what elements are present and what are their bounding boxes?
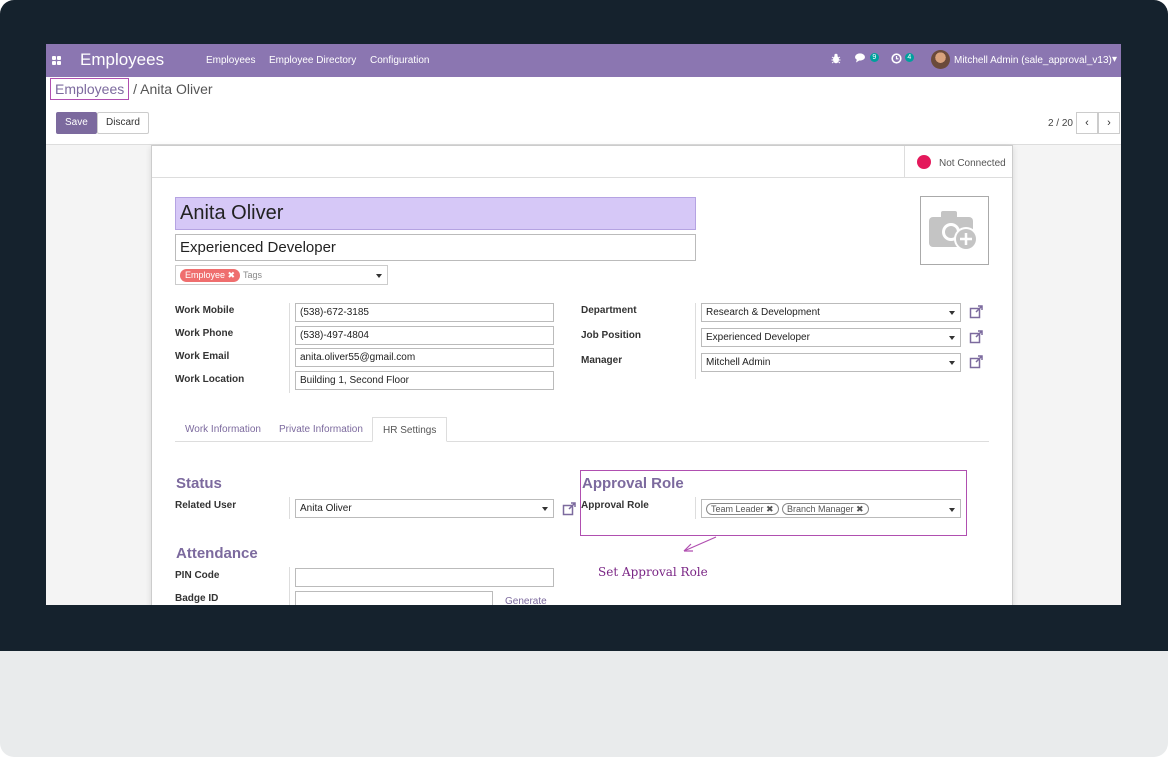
control-panel: Employees / Anita Oliver Save Discard 2 … [46, 77, 1121, 145]
tags-placeholder: Tags [243, 270, 263, 280]
messages-badge: 9 [869, 53, 879, 62]
work-location-label: Work Location [175, 374, 245, 385]
user-menu-caret-icon[interactable]: ▾ [1112, 54, 1117, 65]
badge-id-label: Badge ID [175, 593, 219, 604]
generate-badge-button[interactable]: Generate [505, 596, 547, 605]
work-mobile-field[interactable]: (538)-672-3185 [295, 303, 554, 322]
menu-configuration[interactable]: Configuration [370, 55, 429, 66]
form-sheet: Not Connected Anita Oliver Experienced D… [151, 145, 1013, 605]
approval-tag-team-leader[interactable]: Team Leader ✖ [706, 503, 779, 515]
save-button[interactable]: Save [56, 112, 97, 134]
pin-code-field[interactable] [295, 568, 554, 587]
approval-role-separator [695, 497, 696, 519]
pager-value[interactable]: 2 / 20 [1048, 118, 1073, 129]
related-user-external-link-icon[interactable] [562, 502, 576, 516]
work-mobile-label: Work Mobile [175, 305, 235, 316]
apps-menu-icon[interactable] [52, 56, 61, 65]
related-user-label: Related User [175, 500, 237, 511]
menu-employees[interactable]: Employees [206, 55, 255, 66]
camera-add-icon [929, 211, 978, 251]
approval-role-label: Approval Role [581, 500, 649, 511]
monitor-frame: Employees Employees Employee Directory C… [0, 0, 1168, 757]
approval-tag-branch-manager[interactable]: Branch Manager ✖ [782, 503, 869, 515]
app-screen: Employees Employees Employee Directory C… [46, 44, 1121, 605]
department-external-link-icon[interactable] [969, 305, 983, 319]
work-phone-label: Work Phone [175, 328, 234, 339]
work-location-field[interactable]: Building 1, Second Floor [295, 371, 554, 390]
pager-next-button[interactable]: › [1098, 112, 1120, 134]
tab-work-information[interactable]: Work Information [175, 417, 271, 442]
breadcrumb-employees-link[interactable]: Employees [50, 78, 130, 100]
pager-previous-button[interactable]: ‹ [1076, 112, 1098, 134]
job-title-field[interactable]: Experienced Developer [175, 234, 696, 261]
pin-code-label: PIN Code [175, 570, 220, 581]
job-position-caret-icon[interactable] [949, 336, 955, 340]
activities-button[interactable]: 4 [891, 53, 914, 67]
department-caret-icon[interactable] [949, 311, 955, 315]
job-position-label: Job Position [581, 330, 641, 341]
discard-button[interactable]: Discard [97, 112, 149, 134]
chat-icon [855, 53, 865, 63]
breadcrumb: Employees / Anita Oliver [50, 78, 213, 100]
annotation-text: Set Approval Role [598, 565, 708, 579]
activities-badge: 4 [904, 53, 914, 62]
tab-hr-settings[interactable]: HR Settings [372, 417, 448, 442]
work-email-field[interactable]: anita.oliver55@gmail.com [295, 348, 554, 367]
clock-icon [891, 53, 902, 64]
tag-employee[interactable]: Employee ✖ [180, 269, 241, 282]
breadcrumb-separator: / [133, 81, 138, 97]
annotation-arrow-icon [683, 536, 717, 552]
user-menu[interactable]: Mitchell Admin (sale_approval_v13) [954, 55, 1112, 66]
form-tabs: Work Information Private Information HR … [175, 417, 989, 442]
tab-private-information[interactable]: Private Information [269, 417, 373, 442]
badge-id-field[interactable] [295, 591, 493, 605]
tags-dropdown-caret-icon[interactable] [376, 274, 382, 278]
related-user-caret-icon[interactable] [542, 507, 548, 511]
attendance-separator [289, 567, 290, 605]
tags-field[interactable]: Employee ✖ Tags [175, 265, 388, 285]
presence-status: Not Connected [904, 146, 1012, 178]
contact-separator [289, 303, 290, 393]
related-user-select[interactable]: Anita Oliver [295, 499, 554, 518]
top-navbar: Employees Employees Employee Directory C… [46, 44, 1121, 77]
employee-name-field[interactable]: Anita Oliver [175, 197, 696, 230]
approval-role-field[interactable]: Team Leader ✖ Branch Manager ✖ [701, 499, 961, 518]
employee-photo[interactable] [920, 196, 989, 265]
manager-caret-icon[interactable] [949, 361, 955, 365]
attendance-section-title: Attendance [176, 545, 258, 562]
manager-select[interactable]: Mitchell Admin [701, 353, 961, 372]
breadcrumb-current: Anita Oliver [140, 81, 213, 97]
department-label: Department [581, 305, 637, 316]
menu-employee-directory[interactable]: Employee Directory [269, 55, 356, 66]
job-position-external-link-icon[interactable] [969, 330, 983, 344]
manager-external-link-icon[interactable] [969, 355, 983, 369]
approval-section-title: Approval Role [582, 475, 684, 492]
presence-dot [917, 155, 931, 169]
department-select[interactable]: Research & Development [701, 303, 961, 322]
work-email-label: Work Email [175, 351, 230, 362]
status-section-title: Status [176, 475, 222, 492]
user-avatar[interactable] [931, 50, 950, 69]
work-phone-field[interactable]: (538)-497-4804 [295, 326, 554, 345]
form-statusbar: Not Connected [152, 146, 1012, 178]
job-position-select[interactable]: Experienced Developer [701, 328, 961, 347]
approval-role-caret-icon[interactable] [949, 508, 955, 512]
presence-label: Not Connected [939, 158, 1006, 169]
debug-bug-icon[interactable] [831, 53, 841, 67]
related-user-separator [289, 497, 290, 519]
manager-label: Manager [581, 355, 623, 366]
app-brand[interactable]: Employees [80, 50, 164, 70]
messages-button[interactable]: 9 [855, 53, 879, 66]
monitor-base [0, 651, 1168, 757]
org-separator [695, 303, 696, 379]
